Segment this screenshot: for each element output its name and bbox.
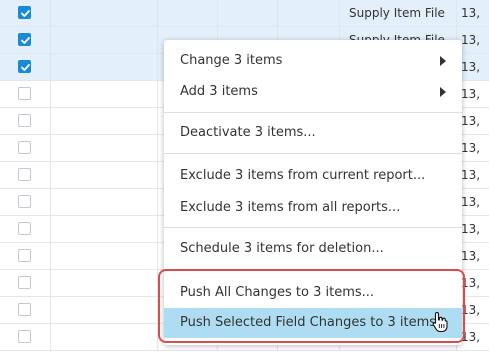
menu-item-schedule-deletion-label: Schedule 3 items for deletion... bbox=[180, 241, 384, 256]
table-cell bbox=[50, 297, 157, 323]
select-cell bbox=[0, 135, 50, 161]
hand-pointer-icon bbox=[432, 311, 448, 333]
row-checkbox[interactable] bbox=[18, 33, 31, 46]
menu-item-deactivate-label: Deactivate 3 items... bbox=[180, 125, 316, 140]
select-cell bbox=[0, 297, 50, 323]
select-cell bbox=[0, 162, 50, 188]
value-text: 13, bbox=[461, 249, 481, 263]
menu-item-schedule-deletion[interactable]: Schedule 3 items for deletion... bbox=[164, 234, 462, 264]
table-cell bbox=[50, 243, 157, 269]
value-text: 13, bbox=[461, 6, 481, 20]
select-cell bbox=[0, 243, 50, 269]
table-cell bbox=[50, 0, 157, 26]
row-checkbox[interactable] bbox=[18, 87, 31, 100]
table-cell bbox=[50, 324, 157, 350]
menu-separator bbox=[164, 227, 462, 228]
menu-item-add-label: Add 3 items bbox=[180, 84, 258, 99]
menu-item-exclude-current-label: Exclude 3 items from current report... bbox=[180, 168, 426, 183]
checkmark-icon bbox=[21, 64, 30, 71]
menu-item-exclude-all-label: Exclude 3 items from all reports... bbox=[180, 200, 401, 215]
select-cell bbox=[0, 216, 50, 242]
table-cell bbox=[50, 270, 157, 296]
menu-item-change[interactable]: Change 3 items bbox=[164, 46, 462, 76]
value-text: 13, bbox=[461, 60, 481, 74]
table-cell bbox=[50, 81, 157, 107]
row-checkbox[interactable] bbox=[18, 60, 31, 73]
row-checkbox[interactable] bbox=[18, 222, 31, 235]
select-cell bbox=[0, 81, 50, 107]
row-checkbox[interactable] bbox=[18, 114, 31, 127]
table-cell bbox=[277, 0, 339, 26]
select-cell bbox=[0, 270, 50, 296]
table-row[interactable]: Supply Item File 13, bbox=[0, 0, 489, 27]
table-cell bbox=[50, 108, 157, 134]
table-cell bbox=[217, 0, 277, 26]
row-checkbox[interactable] bbox=[18, 330, 31, 343]
menu-item-add[interactable]: Add 3 items bbox=[164, 77, 462, 107]
table-cell bbox=[50, 216, 157, 242]
value-text: 13, bbox=[461, 195, 481, 209]
row-checkbox[interactable] bbox=[18, 303, 31, 316]
chevron-right-icon bbox=[440, 87, 446, 97]
table-cell bbox=[50, 162, 157, 188]
source-cell: Supply Item File bbox=[339, 0, 456, 26]
value-cell: 13, bbox=[456, 0, 489, 26]
row-checkbox[interactable] bbox=[18, 6, 31, 19]
select-cell bbox=[0, 27, 50, 53]
table-cell bbox=[50, 135, 157, 161]
select-cell bbox=[0, 324, 50, 350]
menu-item-exclude-current[interactable]: Exclude 3 items from current report... bbox=[164, 161, 462, 191]
select-cell bbox=[0, 54, 50, 80]
annotation-highlight-box bbox=[158, 269, 465, 343]
checkmark-icon bbox=[21, 10, 30, 17]
value-text: 13, bbox=[461, 87, 481, 101]
checkmark-icon bbox=[21, 37, 30, 44]
menu-item-deactivate[interactable]: Deactivate 3 items... bbox=[164, 118, 462, 148]
menu-separator bbox=[164, 153, 462, 154]
select-cell bbox=[0, 189, 50, 215]
table-cell bbox=[157, 0, 217, 26]
row-checkbox[interactable] bbox=[18, 141, 31, 154]
table-cell bbox=[50, 27, 157, 53]
value-text: 13, bbox=[461, 141, 481, 155]
menu-separator bbox=[164, 112, 462, 113]
row-checkbox[interactable] bbox=[18, 249, 31, 262]
table-cell bbox=[50, 189, 157, 215]
value-text: 13, bbox=[461, 222, 481, 236]
select-cell bbox=[0, 108, 50, 134]
menu-item-exclude-all[interactable]: Exclude 3 items from all reports... bbox=[164, 193, 462, 223]
value-text: 13, bbox=[461, 114, 481, 128]
value-text: 13, bbox=[461, 33, 481, 47]
table-cell bbox=[50, 54, 157, 80]
row-checkbox[interactable] bbox=[18, 276, 31, 289]
value-text: 13, bbox=[461, 168, 481, 182]
row-checkbox[interactable] bbox=[18, 195, 31, 208]
select-cell bbox=[0, 0, 50, 26]
row-checkbox[interactable] bbox=[18, 168, 31, 181]
menu-item-change-label: Change 3 items bbox=[180, 53, 283, 68]
chevron-right-icon bbox=[440, 56, 446, 66]
source-text: Supply Item File bbox=[349, 6, 445, 20]
